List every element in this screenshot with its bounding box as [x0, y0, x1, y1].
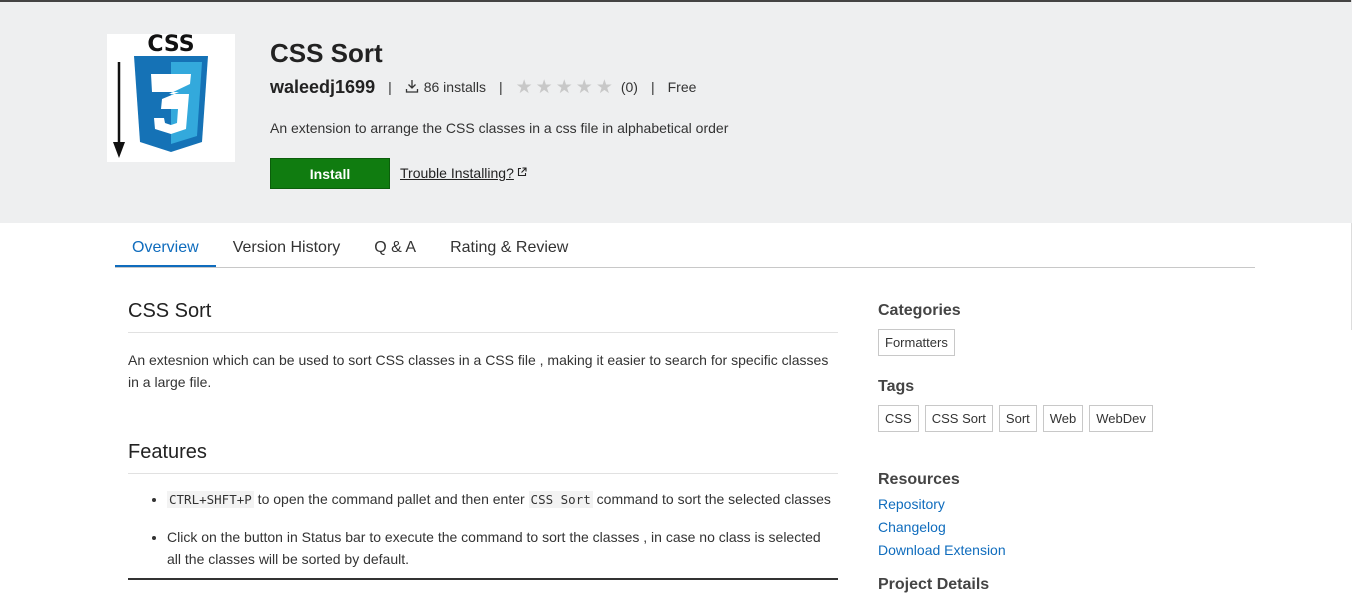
rating-count[interactable]: (0)	[621, 79, 638, 95]
star-icon[interactable]: ★	[596, 78, 613, 97]
feature-text: to open the command pallet and then ente…	[253, 491, 529, 507]
content-heading: CSS Sort	[128, 290, 838, 333]
extension-meta: waleedj1699 | 86 installs | ★ ★ ★ ★ ★ (0) | …	[270, 76, 696, 98]
extension-logo: CSS	[107, 32, 235, 162]
categories-heading: Categories	[878, 302, 961, 319]
intro-paragraph: An extesnion which can be used to sort C…	[128, 352, 829, 390]
tab-version-history[interactable]: Version History	[216, 223, 358, 267]
star-icon[interactable]: ★	[576, 78, 593, 97]
tab-q-and-a[interactable]: Q & A	[357, 223, 433, 267]
logo-text: CSS	[147, 34, 194, 57]
tab-rating-review[interactable]: Rating & Review	[433, 223, 585, 267]
project-details-heading: Project Details	[878, 576, 990, 593]
star-icon[interactable]: ★	[516, 78, 533, 97]
tag-chip[interactable]: Web	[1042, 405, 1084, 432]
content-divider	[128, 578, 838, 580]
star-icon[interactable]: ★	[556, 78, 573, 97]
extension-title: CSS Sort	[270, 38, 383, 68]
download-icon	[405, 79, 419, 96]
trouble-installing-link[interactable]: Trouble Installing?	[400, 164, 527, 181]
price-label: Free	[667, 79, 697, 95]
features-list: CTRL+SHFT+P to open the command pallet a…	[128, 488, 838, 570]
changelog-link[interactable]: Changelog	[878, 516, 1178, 539]
shortcut-code: CTRL+SHFT+P	[167, 491, 254, 508]
tag-chip[interactable]: CSS Sort	[924, 405, 993, 432]
overview-content: CSS Sort An extesnion which can be used …	[128, 290, 838, 585]
tags-list: CSS CSS Sort Sort Web WebDev	[878, 405, 1178, 432]
install-button[interactable]: Install	[270, 158, 390, 189]
trouble-installing-label: Trouble Installing?	[400, 165, 514, 181]
command-code: CSS Sort	[528, 491, 593, 508]
features-section: Features CTRL+SHFT+P to open the command…	[128, 433, 838, 570]
separator: |	[498, 79, 503, 95]
resources-heading: Resources	[878, 471, 960, 488]
category-chip[interactable]: Formatters	[878, 329, 955, 356]
separator: |	[388, 79, 392, 95]
tag-chip[interactable]: Sort	[998, 405, 1037, 432]
tag-chip[interactable]: WebDev	[1089, 405, 1153, 432]
rating-stars[interactable]: ★ ★ ★ ★ ★	[516, 78, 613, 97]
publisher-name[interactable]: waleedj1699	[270, 77, 375, 98]
repository-link[interactable]: Repository	[878, 493, 1178, 516]
tags-heading: Tags	[878, 378, 915, 395]
feature-text: command to sort the selected classes	[592, 491, 831, 507]
tab-overview[interactable]: Overview	[115, 223, 216, 267]
resources-list: Repository Changelog Download Extension	[878, 493, 1178, 562]
install-count: 86 installs	[423, 79, 486, 95]
features-heading: Features	[128, 433, 838, 474]
list-item: Click on the button in Status bar to exe…	[167, 526, 838, 570]
sidebar: Categories Formatters Tags CSS CSS Sort …	[878, 300, 1178, 594]
star-icon[interactable]: ★	[536, 78, 553, 97]
tag-chip[interactable]: CSS	[878, 405, 919, 432]
tab-bar: Overview Version History Q & A Rating & …	[115, 223, 1255, 268]
list-item: CTRL+SHFT+P to open the command pallet a…	[167, 488, 838, 511]
external-link-icon	[517, 164, 527, 180]
css3-logo-icon: CSS	[113, 32, 208, 158]
extension-description: An extension to arrange the CSS classes …	[270, 120, 729, 136]
download-extension-link[interactable]: Download Extension	[878, 539, 1178, 562]
separator: |	[650, 79, 655, 95]
categories-list: Formatters	[878, 329, 1178, 356]
